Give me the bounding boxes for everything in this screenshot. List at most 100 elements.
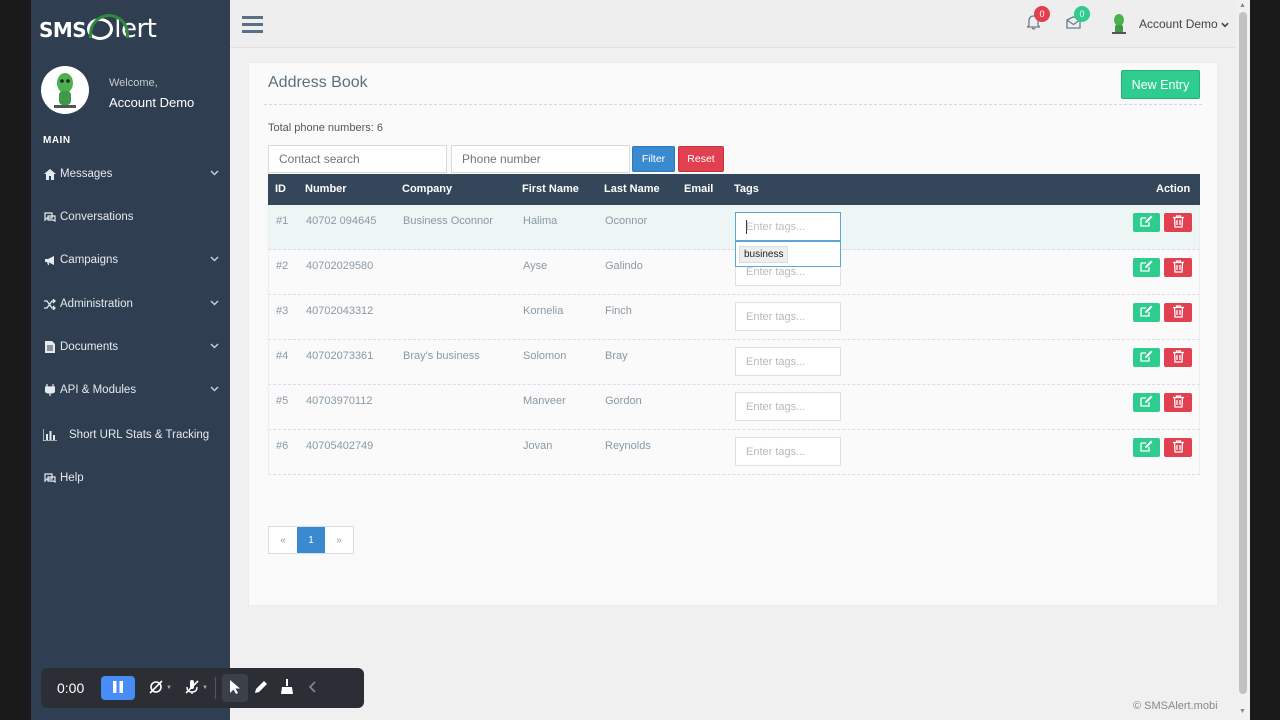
sidebar-item-messages[interactable]: Messages [43,164,219,184]
cell-id: #1 [276,215,289,227]
pagination: « 1 » [268,526,354,554]
sidebar-item-conversations[interactable]: Conversations [43,207,219,227]
megaphone-icon [43,255,57,266]
shuffle-icon [43,298,57,310]
scroll-thumb[interactable] [1239,12,1247,694]
delete-button[interactable] [1164,303,1192,322]
chat-icon [43,211,57,223]
tags-input[interactable]: Enter tags... [735,392,841,421]
table-row: #1 40702 094645 Business Oconnor Halima … [268,205,1200,267]
tags-input[interactable]: Enter tags... [735,437,841,466]
cell-last-name: Finch [605,305,632,317]
cell-number: 40703970112 [306,395,373,407]
document-icon [43,341,57,353]
edit-button[interactable] [1133,258,1160,277]
recorder-toolbar: 0:00 ▼ ▼ [41,668,364,708]
new-entry-button[interactable]: New Entry [1121,70,1200,99]
edit-icon [1140,260,1153,275]
pagination-next[interactable]: » [325,527,353,553]
col-email[interactable]: Email [684,183,713,195]
tags-input[interactable]: Enter tags... [735,212,841,241]
account-menu[interactable]: Account Demo [1139,17,1229,31]
sidebar-item-help[interactable]: Help [43,468,219,488]
scroll-down-arrow-icon[interactable]: ▼ [1239,708,1246,715]
edit-icon [1140,305,1153,320]
cursor-arrow-icon [229,679,241,698]
edit-button[interactable] [1133,348,1160,367]
home-icon [43,168,57,180]
account-avatar[interactable] [1110,13,1128,38]
col-first-name[interactable]: First Name [522,183,579,195]
edit-button[interactable] [1133,303,1160,322]
pause-button[interactable] [101,676,135,700]
user-name: Account Demo [109,95,195,110]
pointer-tool-button[interactable] [222,674,248,702]
col-number[interactable]: Number [305,183,347,195]
eraser-tool-button[interactable] [274,678,300,698]
trash-icon [1172,394,1184,411]
cell-id: #2 [276,260,289,272]
pagination-page[interactable]: 1 [297,527,325,553]
pen-tool-button[interactable] [248,679,274,698]
phone-number-input[interactable] [451,145,630,173]
divider [264,104,1202,105]
col-company[interactable]: Company [402,183,452,195]
sidebar-item-administration[interactable]: Administration [43,294,219,314]
edit-button[interactable] [1133,438,1160,457]
delete-button[interactable] [1164,438,1192,457]
edit-icon [1140,215,1153,230]
cell-number: 40702029580 [306,260,374,272]
cell-last-name: Bray [605,350,628,362]
col-id[interactable]: ID [275,183,286,195]
address-book-panel: Address Book New Entry Total phone numbe… [248,62,1218,606]
sidebar-item-documents[interactable]: Documents [43,337,219,357]
chat-icon [43,472,57,484]
delete-button[interactable] [1164,348,1192,367]
menu-toggle-icon[interactable] [242,15,263,36]
edit-icon [1140,395,1153,410]
tag-suggestions-dropdown: business [735,241,841,267]
tag-suggestion-item[interactable]: business [739,246,789,263]
sidebar-item-short-url-stats[interactable]: Short URL Stats & Tracking [43,425,219,445]
delete-button[interactable] [1164,393,1192,412]
cell-number: 40702 094645 [306,215,377,227]
cell-last-name: Oconnor [605,215,648,227]
user-panel: Welcome, Account Demo [41,66,194,114]
broom-icon [280,678,294,698]
page-scrollbar[interactable]: ▲ ▼ [1236,0,1250,720]
pagination-prev[interactable]: « [269,527,297,553]
tags-input[interactable]: Enter tags... [735,347,841,376]
reset-button[interactable]: Reset [678,146,724,172]
edit-button[interactable] [1133,213,1160,232]
scroll-up-arrow-icon[interactable]: ▲ [1239,2,1246,9]
table-row: #4 40702073361 Bray's business Solomon B… [268,340,1200,385]
pause-icon [113,680,123,696]
bar-chart-icon [43,429,57,441]
cell-id: #3 [276,305,289,317]
recording-timer: 0:00 [57,680,85,696]
page-title: Address Book [268,74,368,91]
contact-search-input[interactable] [268,145,447,173]
mic-off-button[interactable]: ▼ [183,679,209,698]
messages-button[interactable]: 0 [1066,6,1090,32]
logo[interactable]: SMS lert [39,14,157,44]
notification-badge: 0 [1034,6,1050,22]
edit-icon [1140,440,1153,455]
camera-off-button[interactable]: ▼ [147,679,173,698]
filter-button[interactable]: Filter [632,146,675,172]
notifications-button[interactable]: 0 [1026,6,1050,33]
cell-id: #4 [276,350,289,362]
sidebar-item-campaigns[interactable]: Campaigns [43,250,219,270]
delete-button[interactable] [1164,258,1192,277]
tags-input[interactable]: Enter tags... [735,302,841,331]
edit-button[interactable] [1133,393,1160,412]
col-last-name[interactable]: Last Name [604,183,660,195]
avatar [41,66,89,114]
cell-last-name: Gordon [605,395,642,407]
col-tags[interactable]: Tags [734,183,759,195]
sidebar-item-api-modules[interactable]: API & Modules [43,380,219,400]
delete-button[interactable] [1164,213,1192,232]
collapse-toolbar-button[interactable] [300,680,326,696]
cell-number: 40705402749 [306,440,374,452]
cell-number: 40702043312 [306,305,374,317]
